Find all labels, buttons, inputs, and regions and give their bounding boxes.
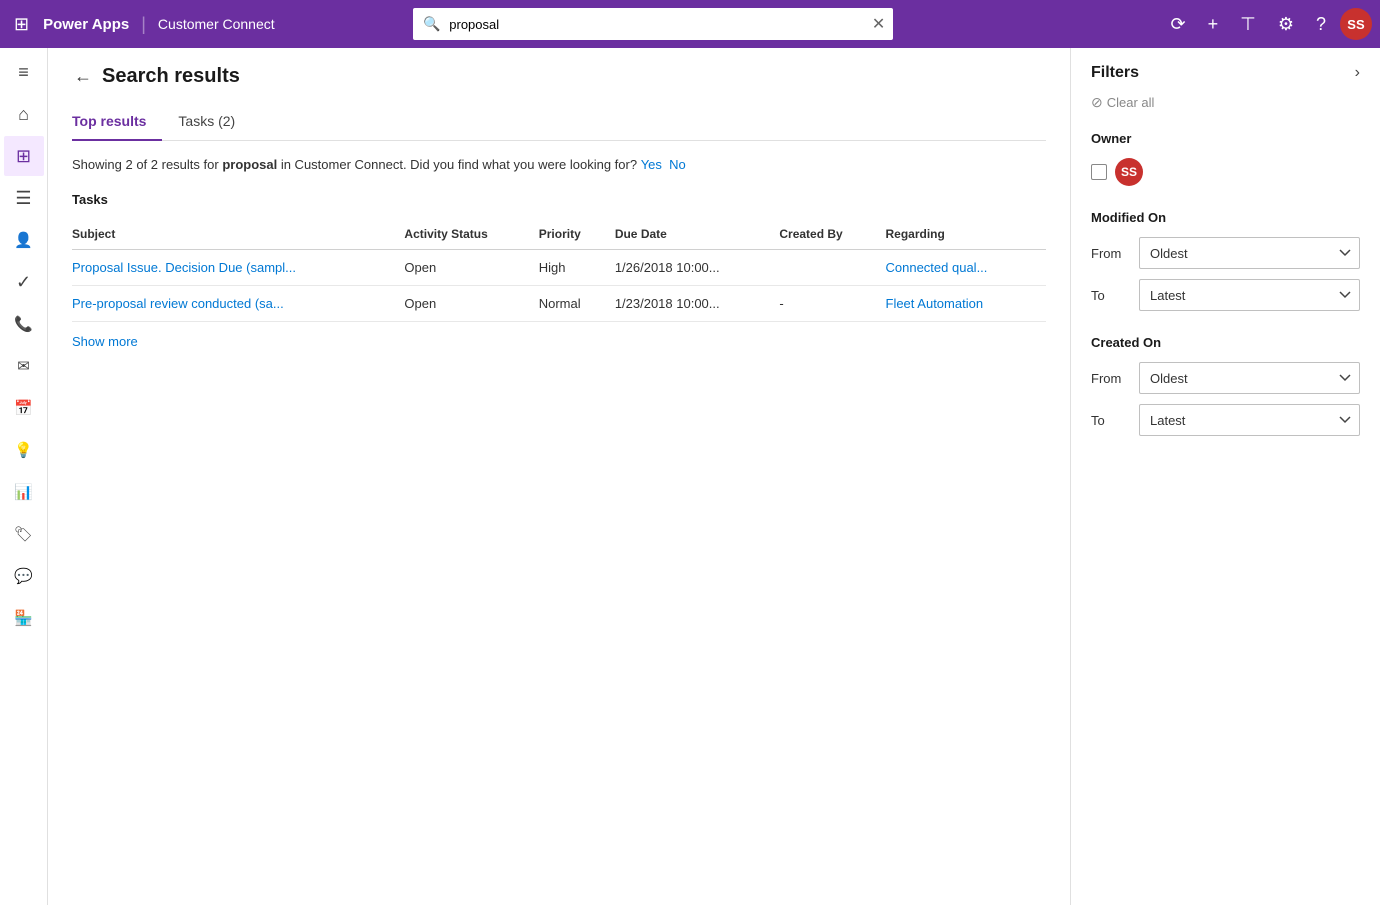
user-avatar[interactable]: SS — [1340, 8, 1372, 40]
row1-activity-status: Open — [404, 250, 538, 286]
modified-to-row: To Latest Last 7 days Last 30 days Oldes… — [1091, 279, 1360, 311]
sidebar-icon-home[interactable]: ⌂ — [4, 94, 44, 134]
topbar: ⊞ Power Apps | Customer Connect 🔍 ✕ ⟳ + … — [0, 0, 1380, 48]
settings-button[interactable]: ⚙ — [1270, 10, 1302, 39]
row1-priority: High — [539, 250, 615, 286]
no-link[interactable]: No — [669, 157, 686, 172]
created-to-select[interactable]: Latest Last 7 days Last 30 days Oldest — [1139, 404, 1360, 436]
modified-on-label: Modified On — [1091, 210, 1360, 225]
owner-section-label: Owner — [1091, 131, 1360, 146]
search-icon: 🔍 — [423, 16, 440, 33]
row1-due-date: 1/26/2018 10:00... — [615, 250, 780, 286]
search-main: ← Search results Top results Tasks (2) S… — [48, 48, 1070, 905]
created-to-row: To Latest Last 7 days Last 30 days Oldes… — [1091, 404, 1360, 436]
search-bar: 🔍 ✕ — [413, 8, 893, 40]
col-regarding: Regarding — [886, 219, 1047, 250]
created-from-select[interactable]: Oldest Last 7 days Last 30 days Latest — [1139, 362, 1360, 394]
owner-avatar[interactable]: SS — [1115, 158, 1143, 186]
row2-priority: Normal — [539, 286, 615, 322]
created-to-label: To — [1091, 413, 1131, 428]
sidebar-icon-contacts[interactable]: 👤 — [4, 220, 44, 260]
modified-from-select[interactable]: Oldest Last 7 days Last 30 days Latest — [1139, 237, 1360, 269]
filters-title: Filters — [1091, 64, 1139, 82]
sidebar-icon-ideas[interactable]: 💡 — [4, 430, 44, 470]
col-activity-status: Activity Status — [404, 219, 538, 250]
clear-icon: ⊘ — [1091, 94, 1103, 111]
back-header: ← Search results — [72, 64, 1046, 89]
tabs: Top results Tasks (2) — [72, 105, 1046, 141]
row2-created-by: - — [779, 286, 885, 322]
modified-to-select[interactable]: Latest Last 7 days Last 30 days Oldest — [1139, 279, 1360, 311]
filters-panel: Filters › ⊘ Clear all Owner SS — [1070, 48, 1380, 905]
sidebar: ≡ ⌂ ⊞ ☰ 👤 ✓ 📞 ✉ 📅 💡 📊 🏷 💬 🏪 — [0, 48, 48, 905]
col-priority: Priority — [539, 219, 615, 250]
help-button[interactable]: ? — [1308, 10, 1334, 39]
app-context-label: Customer Connect — [158, 16, 275, 32]
results-prefix: Showing 2 of 2 results for — [72, 157, 222, 172]
sidebar-icon-records[interactable]: ☰ — [4, 178, 44, 218]
sidebar-icon-catalog[interactable]: 🏷 — [4, 514, 44, 554]
sidebar-icon-store[interactable]: 🏪 — [4, 598, 44, 638]
modified-to-label: To — [1091, 288, 1131, 303]
row1-created-by — [779, 250, 885, 286]
table-row: Proposal Issue. Decision Due (sampl... O… — [72, 250, 1046, 286]
sidebar-icon-reports[interactable]: 📊 — [4, 472, 44, 512]
owner-filter-section: Owner SS — [1091, 131, 1360, 186]
page-title: Search results — [102, 65, 240, 88]
search-input[interactable] — [413, 8, 893, 40]
sidebar-icon-email[interactable]: ✉ — [4, 346, 44, 386]
topbar-divider: | — [141, 14, 146, 35]
tasks-section-label: Tasks — [72, 192, 1046, 207]
owner-checkbox[interactable] — [1091, 164, 1107, 180]
modified-from-label: From — [1091, 246, 1131, 261]
row2-subject-link[interactable]: Pre-proposal review conducted (sa... — [72, 296, 284, 311]
sidebar-icon-menu[interactable]: ≡ — [4, 52, 44, 92]
sync-button[interactable]: ⟳ — [1163, 10, 1194, 39]
app-name: Power Apps — [43, 16, 129, 33]
filters-header: Filters › — [1091, 64, 1360, 82]
sidebar-icon-chat[interactable]: 💬 — [4, 556, 44, 596]
tab-top-results[interactable]: Top results — [72, 105, 162, 141]
search-page: ← Search results Top results Tasks (2) S… — [48, 48, 1380, 905]
table-row: Pre-proposal review conducted (sa... Ope… — [72, 286, 1046, 322]
results-table: Subject Activity Status Priority Due Dat… — [72, 219, 1046, 322]
row2-due-date: 1/23/2018 10:00... — [615, 286, 780, 322]
modified-from-row: From Oldest Last 7 days Last 30 days Lat… — [1091, 237, 1360, 269]
col-created-by: Created By — [779, 219, 885, 250]
show-more-link[interactable]: Show more — [72, 334, 138, 349]
row1-subject-link[interactable]: Proposal Issue. Decision Due (sampl... — [72, 260, 296, 275]
waffle-icon[interactable]: ⊞ — [8, 8, 35, 41]
row1-regarding-link[interactable]: Connected qual... — [886, 260, 988, 275]
yes-link[interactable]: Yes — [641, 157, 662, 172]
clear-search-icon[interactable]: ✕ — [872, 14, 885, 34]
back-button[interactable]: ← — [72, 64, 94, 89]
row2-activity-status: Open — [404, 286, 538, 322]
results-middle: in Customer Connect. Did you find what y… — [277, 157, 637, 172]
add-button[interactable]: + — [1200, 10, 1227, 39]
clear-all-button[interactable]: ⊘ Clear all — [1091, 94, 1360, 111]
col-due-date: Due Date — [615, 219, 780, 250]
created-from-row: From Oldest Last 7 days Last 30 days Lat… — [1091, 362, 1360, 394]
results-info: Showing 2 of 2 results for proposal in C… — [72, 157, 1046, 172]
col-subject: Subject — [72, 219, 404, 250]
topbar-actions: ⟳ + ⊤ ⚙ ? SS — [1163, 8, 1372, 40]
sidebar-icon-dashboard[interactable]: ⊞ — [4, 136, 44, 176]
content-area: ← Search results Top results Tasks (2) S… — [48, 48, 1380, 905]
filter-button[interactable]: ⊤ — [1232, 10, 1264, 39]
owner-row: SS — [1091, 158, 1360, 186]
sidebar-icon-calendar[interactable]: 📅 — [4, 388, 44, 428]
search-keyword: proposal — [222, 157, 277, 172]
main-layout: ≡ ⌂ ⊞ ☰ 👤 ✓ 📞 ✉ 📅 💡 📊 🏷 💬 🏪 ← Search res… — [0, 48, 1380, 905]
created-from-label: From — [1091, 371, 1131, 386]
created-on-label: Created On — [1091, 335, 1360, 350]
sidebar-icon-tasks[interactable]: ✓ — [4, 262, 44, 302]
clear-all-label: Clear all — [1107, 95, 1155, 110]
modified-on-section: Modified On From Oldest Last 7 days Last… — [1091, 210, 1360, 311]
filters-chevron-button[interactable]: › — [1355, 64, 1360, 82]
tab-tasks[interactable]: Tasks (2) — [178, 105, 251, 141]
sidebar-icon-phone[interactable]: 📞 — [4, 304, 44, 344]
row2-regarding-link[interactable]: Fleet Automation — [886, 296, 984, 311]
created-on-section: Created On From Oldest Last 7 days Last … — [1091, 335, 1360, 436]
